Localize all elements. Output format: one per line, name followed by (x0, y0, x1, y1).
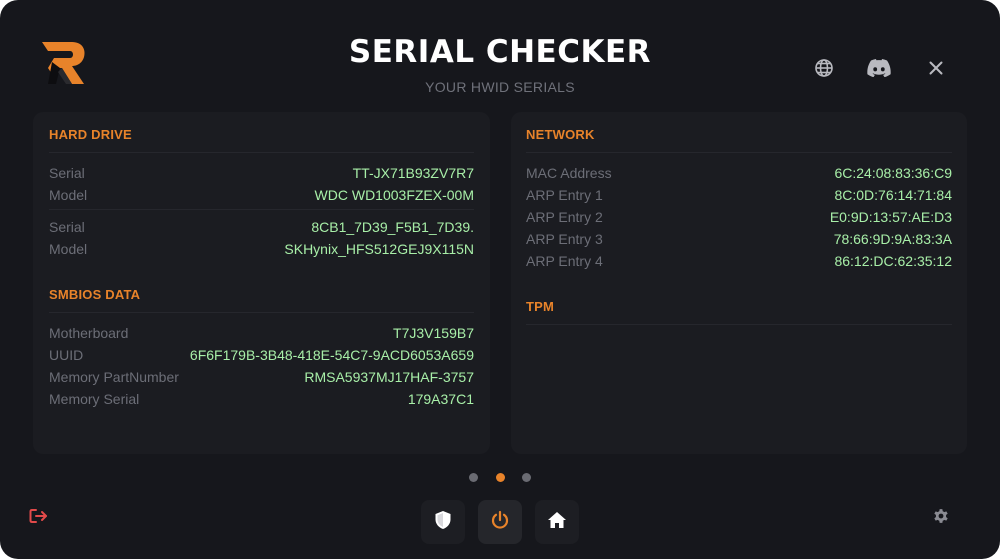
network-title: NETWORK (526, 127, 595, 142)
row-label: ARP Entry 3 (526, 231, 603, 247)
network-row: ARP Entry 1 8C:0D:76:14:71:84 (526, 187, 952, 207)
power-icon (490, 510, 510, 535)
smbios-row: UUID 6F6F179B-3B48-418E-54C7-9ACD6053A65… (49, 347, 474, 367)
page-dot-2[interactable] (496, 473, 505, 482)
home-icon (547, 511, 567, 534)
row-label: Memory PartNumber (49, 369, 179, 385)
app-window: SERIAL CHECKER YOUR HWID SERIALS HARD DR… (0, 0, 1000, 559)
row-value: E0:9D:13:57:AE:D3 (829, 209, 952, 225)
page-indicator (469, 473, 533, 483)
network-row: ARP Entry 3 78:66:9D:9A:83:3A (526, 231, 952, 251)
row-label: ARP Entry 1 (526, 187, 603, 203)
row-value: 8C:0D:76:14:71:84 (834, 187, 952, 203)
right-panel: NETWORK MAC Address 6C:24:08:83:36:C9 AR… (511, 112, 967, 454)
app-title: SERIAL CHECKER (348, 34, 652, 70)
row-value: RMSA5937MJ17HAF-3757 (304, 369, 474, 385)
row-label: ARP Entry 4 (526, 253, 603, 269)
app-subtitle: YOUR HWID SERIALS (425, 79, 575, 95)
close-icon[interactable] (924, 56, 948, 80)
smbios-title: SMBIOS DATA (49, 287, 141, 302)
divider (49, 209, 474, 210)
hard-drive-serial-row: Serial TT-JX71B93ZV7R7 (49, 165, 474, 185)
hard-drive-serial-row: Serial 8CB1_7D39_F5B1_7D39. (49, 219, 474, 239)
page-dot-1[interactable] (469, 473, 478, 482)
row-label: Motherboard (49, 325, 129, 341)
row-value: 179A37C1 (407, 391, 474, 407)
page-dot-3[interactable] (522, 473, 531, 482)
tpm-title: TPM (526, 299, 555, 314)
divider (49, 312, 474, 313)
home-button[interactable] (535, 500, 579, 544)
left-panel: HARD DRIVE Serial TT-JX71B93ZV7R7 Model … (33, 112, 490, 454)
discord-icon[interactable] (866, 56, 892, 80)
network-row: MAC Address 6C:24:08:83:36:C9 (526, 165, 952, 185)
network-row: ARP Entry 2 E0:9D:13:57:AE:D3 (526, 209, 952, 229)
gear-icon[interactable] (931, 506, 951, 526)
divider (526, 324, 952, 325)
row-value: 78:66:9D:9A:83:3A (833, 231, 952, 247)
hard-drive-title: HARD DRIVE (49, 127, 132, 142)
row-label: Serial (49, 219, 85, 235)
row-value: T7J3V159B7 (393, 325, 474, 341)
row-label: Memory Serial (49, 391, 140, 407)
row-label: Model (49, 241, 88, 257)
hard-drive-model-row: Model SKHynix_HFS512GEJ9X115N (49, 241, 474, 261)
row-value: 8CB1_7D39_F5B1_7D39. (311, 219, 474, 235)
row-label: ARP Entry 2 (526, 209, 603, 225)
row-value: WDC WD1003FZEX-00M (314, 187, 474, 203)
row-label: MAC Address (526, 165, 612, 181)
logout-icon[interactable] (28, 506, 48, 526)
smbios-row: Motherboard T7J3V159B7 (49, 325, 474, 345)
row-value: TT-JX71B93ZV7R7 (352, 165, 474, 181)
divider (526, 152, 952, 153)
row-value: SKHynix_HFS512GEJ9X115N (284, 241, 474, 257)
power-button[interactable] (478, 500, 522, 544)
smbios-row: Memory PartNumber RMSA5937MJ17HAF-3757 (49, 369, 474, 389)
row-label: Serial (49, 165, 85, 181)
row-value: 6F6F179B-3B48-418E-54C7-9ACD6053A659 (189, 347, 474, 363)
divider (49, 152, 474, 153)
shield-icon (434, 510, 452, 535)
row-label: Model (49, 187, 88, 203)
hard-drive-model-row: Model WDC WD1003FZEX-00M (49, 187, 474, 207)
globe-icon[interactable] (812, 56, 836, 80)
row-value: 6C:24:08:83:36:C9 (834, 165, 952, 181)
row-label: UUID (49, 347, 84, 363)
shield-button[interactable] (421, 500, 465, 544)
row-value: 86:12:DC:62:35:12 (834, 253, 952, 269)
network-row: ARP Entry 4 86:12:DC:62:35:12 (526, 253, 952, 273)
smbios-row: Memory Serial 179A37C1 (49, 391, 474, 411)
